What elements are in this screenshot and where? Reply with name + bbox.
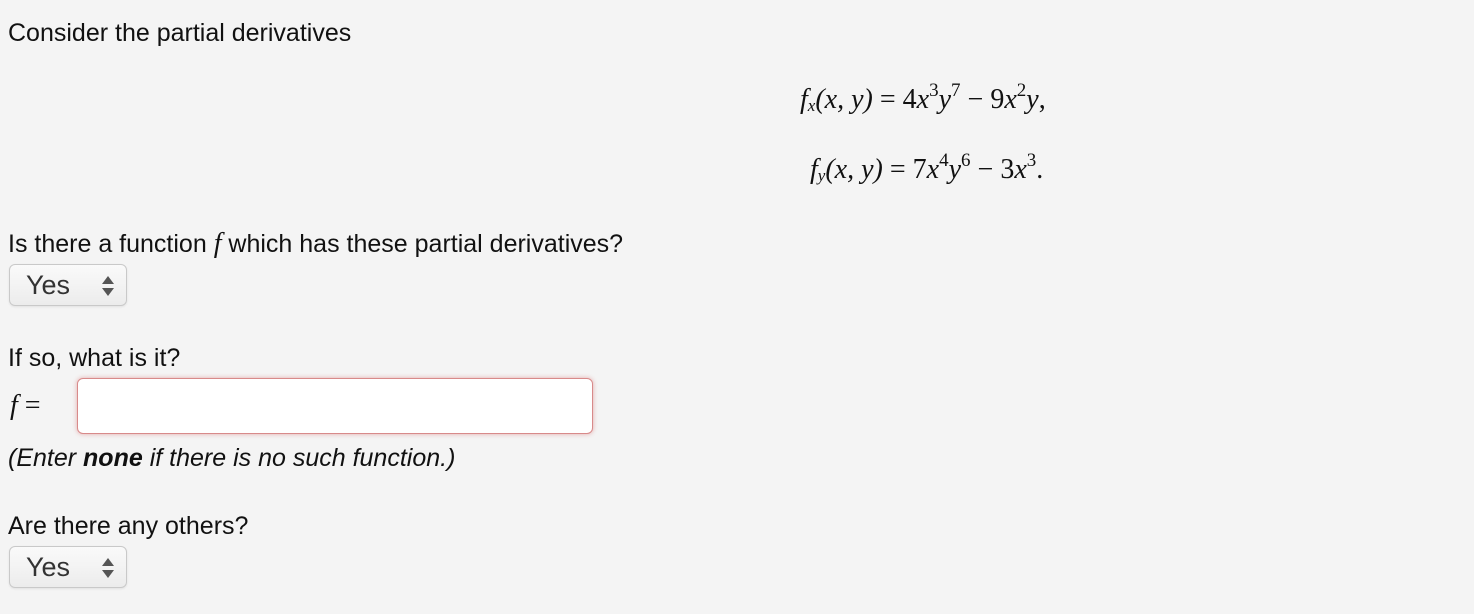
exists-select-value: Yes: [26, 269, 71, 300]
fx-op: −: [967, 84, 984, 115]
fx-func: f: [800, 84, 808, 115]
fy-args: (x, y): [825, 154, 883, 185]
question-others: Are there any others?: [8, 512, 249, 540]
exists-select[interactable]: Yes: [9, 264, 127, 306]
hint-text: (Enter none if there is no such function…: [8, 443, 455, 473]
updown-arrows-icon: [102, 276, 114, 296]
intro-text: Consider the partial derivatives: [8, 19, 352, 47]
fx-end: ,: [1038, 84, 1046, 115]
equation-fy: fy(x, y) = 7x4y6 − 3x3.: [810, 150, 1044, 186]
fy-t2-v1: x: [1014, 154, 1027, 185]
equation-fx: fx(x, y) = 4x3y7 − 9x2y,: [800, 80, 1046, 116]
others-select[interactable]: Yes: [9, 546, 127, 588]
fx-eq: =: [879, 84, 896, 115]
fy-sub: y: [817, 166, 826, 185]
fx-sub: x: [807, 96, 816, 115]
fy-t1-v2: y: [948, 154, 962, 185]
hint-close: if there is no such function.): [142, 444, 456, 472]
fy-end: .: [1036, 154, 1044, 185]
q1-before: Is there a function: [8, 230, 214, 258]
fy-t2-coef: 3: [1000, 154, 1015, 185]
fx-t1-e1: 3: [929, 80, 939, 101]
fx-t1-e2: 7: [951, 80, 961, 101]
fy-t1-e2: 6: [961, 150, 971, 171]
fy-t1-v1: x: [926, 154, 940, 185]
lhs-symbol: f: [10, 390, 18, 421]
updown-arrows-icon: [102, 558, 114, 578]
fx-t1-coef: 4: [902, 84, 917, 115]
fx-t2-e1: 2: [1016, 80, 1027, 101]
fx-t2-v1: x: [1004, 84, 1017, 115]
fy-eq: =: [889, 154, 906, 185]
fx-t2-v2: y: [1026, 84, 1039, 115]
fx-t1-v2: y: [938, 84, 952, 115]
others-select-value: Yes: [26, 551, 71, 582]
f-equals-label: f =: [10, 390, 41, 422]
fy-t1-e1: 4: [939, 150, 949, 171]
lhs-eq: =: [24, 390, 41, 421]
fx-t1-v1: x: [916, 84, 930, 115]
q1-after: which has these partial derivatives?: [221, 230, 624, 258]
function-input[interactable]: [77, 378, 593, 434]
fy-func: f: [810, 154, 818, 185]
fy-t1-coef: 7: [912, 154, 927, 185]
fx-args: (x, y): [815, 84, 873, 115]
fx-t2-coef: 9: [990, 84, 1005, 115]
hint-open: (Enter: [8, 444, 84, 472]
hint-bold: none: [83, 444, 143, 472]
fy-op: −: [977, 154, 994, 185]
question-what: If so, what is it?: [8, 344, 181, 372]
fy-t2-e1: 3: [1026, 150, 1037, 171]
question-exists: Is there a function f which has these pa…: [8, 229, 623, 259]
